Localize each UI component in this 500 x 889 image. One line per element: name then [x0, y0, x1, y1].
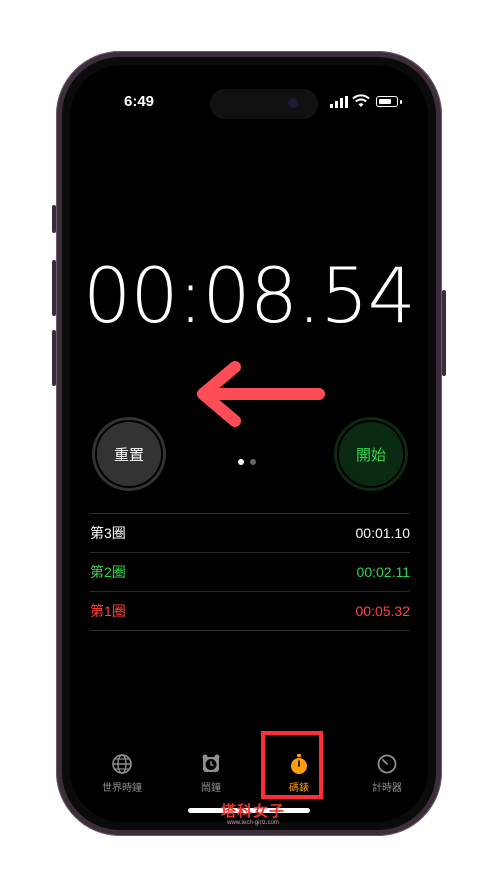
- phone-frame: 6:49 00:08.54 重置 開始 第3圈 00:01.10 第2圈 00:…: [56, 51, 442, 836]
- alarm-tab[interactable]: 鬧鐘: [176, 753, 246, 794]
- phone-bezel: 6:49 00:08.54 重置 開始 第3圈 00:01.10 第2圈 00:…: [62, 57, 436, 830]
- action-button: [52, 205, 56, 233]
- cellular-signal-icon: [330, 96, 348, 108]
- page-dot: [250, 459, 256, 465]
- battery-icon: [376, 96, 398, 107]
- timer-tab[interactable]: 計時器: [352, 753, 422, 794]
- lap-list: 第3圈 00:01.10 第2圈 00:02.11 第1圈 00:05.32: [90, 513, 410, 631]
- start-button[interactable]: 開始: [334, 417, 408, 491]
- page-dot-active: [238, 459, 244, 465]
- lap-label: 第2圈: [90, 564, 126, 580]
- phone-screen: 6:49 00:08.54 重置 開始 第3圈 00:01.10 第2圈 00:…: [70, 65, 428, 822]
- start-button-label: 開始: [355, 446, 386, 464]
- wifi-icon: [352, 94, 370, 107]
- alarm-clock-icon: [202, 754, 220, 772]
- reset-button[interactable]: 重置: [92, 417, 166, 491]
- lap-time: 00:02.11: [356, 564, 410, 580]
- camera-icon: [288, 98, 298, 108]
- lap-row: 第1圈 00:05.32: [90, 591, 410, 631]
- tab-label: 計時器: [372, 783, 402, 794]
- lap-label: 第1圈: [90, 603, 126, 619]
- stopwatch-display: 00:08.54: [83, 251, 416, 340]
- lap-time: 00:05.32: [355, 603, 411, 619]
- globe-icon: [112, 754, 132, 774]
- status-time: 6:49: [124, 93, 155, 110]
- watermark-main: 塔科女子: [220, 803, 285, 820]
- lap-label: 第3圈: [90, 525, 126, 541]
- status-bar: 6:49: [70, 65, 428, 125]
- page-indicator[interactable]: [238, 452, 262, 470]
- battery-cap: [400, 100, 402, 104]
- power-button: [442, 290, 446, 376]
- lap-row: 第2圈 00:02.11: [90, 552, 410, 591]
- left-arrow-annotation-icon: [197, 361, 325, 427]
- timer-icon: [377, 754, 397, 774]
- stopwatch-tab-highlight-annotation: [261, 731, 323, 799]
- watermark: 塔科女子 www.tech-girlz.com: [198, 800, 308, 826]
- world-clock-tab[interactable]: 世界時鐘: [87, 753, 157, 794]
- volume-down-button: [52, 330, 56, 386]
- watermark-sub: www.tech-girlz.com: [227, 820, 279, 826]
- lap-row: 第3圈 00:01.10: [90, 513, 410, 552]
- lap-time: 00:01.10: [355, 525, 411, 541]
- dynamic-island: [210, 89, 318, 119]
- tab-label: 鬧鐘: [201, 783, 221, 794]
- tab-label: 世界時鐘: [102, 783, 142, 794]
- reset-button-label: 重置: [113, 446, 144, 464]
- volume-up-button: [52, 260, 56, 316]
